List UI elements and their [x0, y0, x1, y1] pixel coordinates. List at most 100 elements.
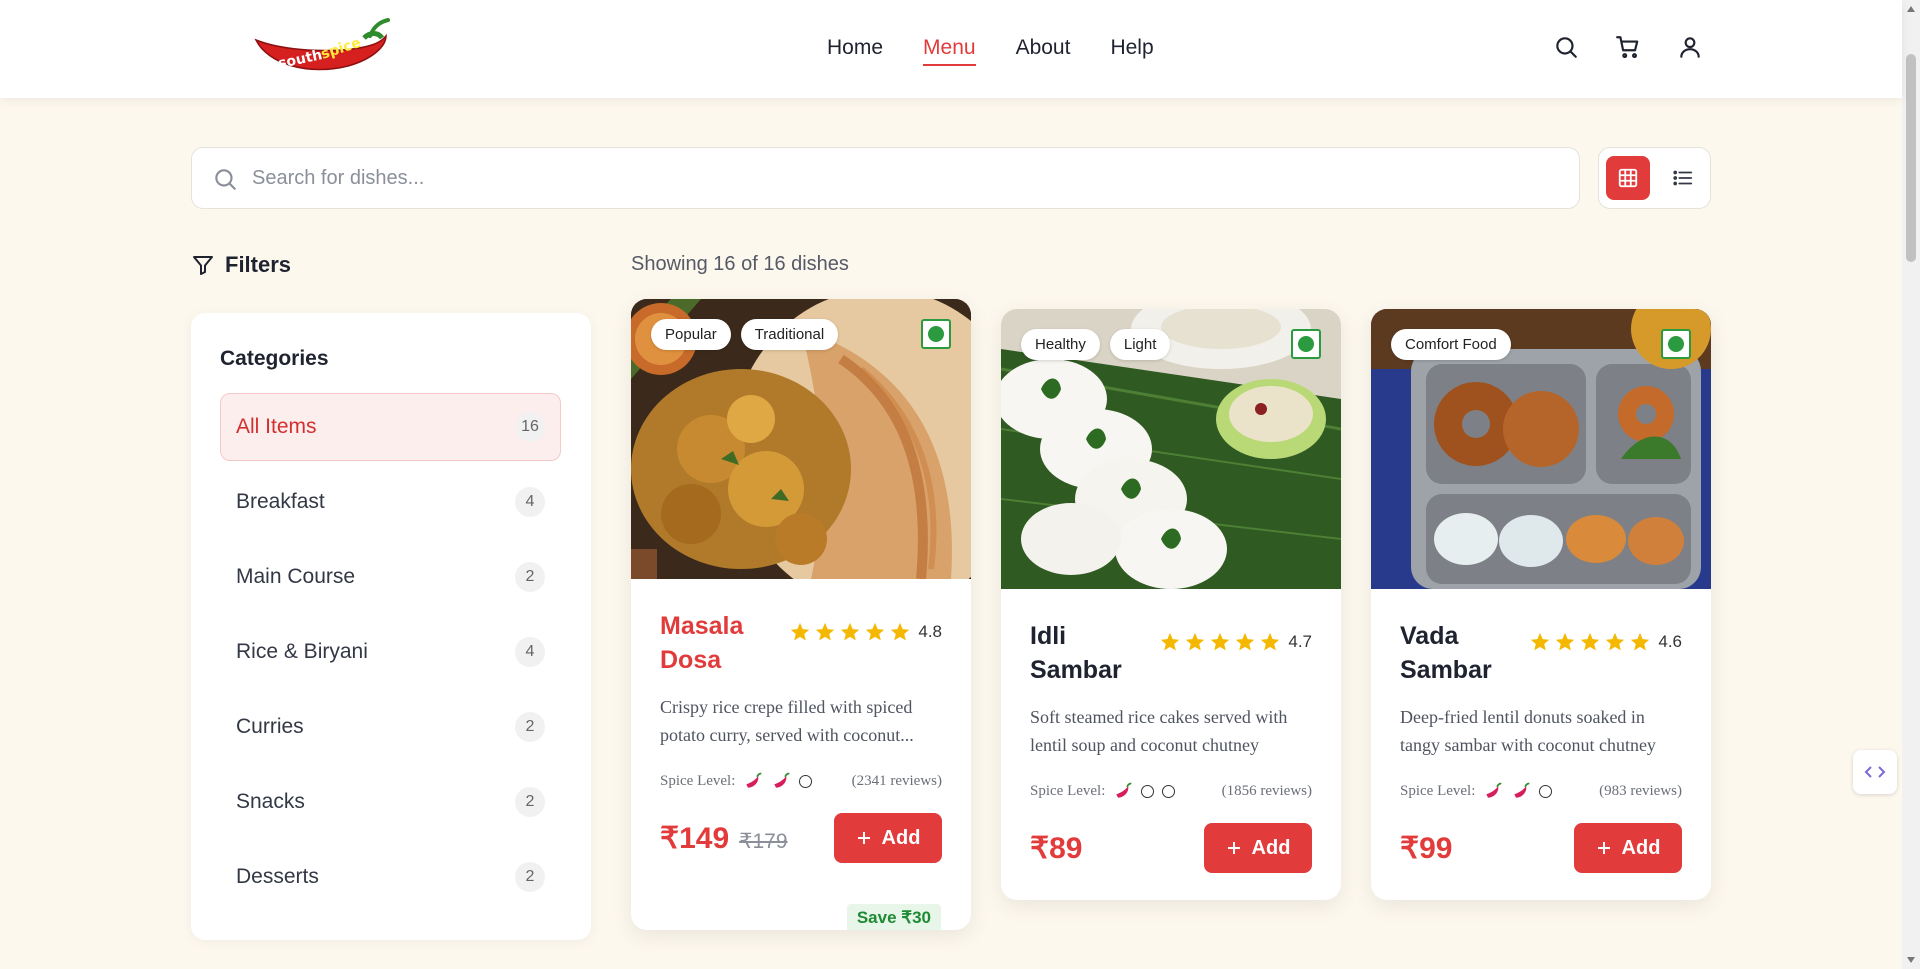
star-icon	[1631, 632, 1650, 651]
nav-about[interactable]: About	[1016, 36, 1071, 66]
categories-heading: Categories	[220, 347, 329, 370]
dish-tag: Traditional	[740, 319, 839, 350]
star-icon	[816, 622, 835, 641]
dish-tag: Comfort Food	[1391, 329, 1511, 360]
category-main-course[interactable]: Main Course 2	[220, 543, 561, 611]
dish-tags: Popular Traditional	[651, 319, 839, 350]
dish-image: Healthy Light	[1001, 309, 1341, 589]
dish-rating: 4.6	[1529, 631, 1682, 653]
spice-level: Spice Level:	[1030, 781, 1176, 801]
page-scrollbar[interactable]	[1902, 0, 1920, 969]
search-input[interactable]	[252, 158, 1552, 198]
rating-value: 4.7	[1288, 632, 1312, 651]
category-count: 4	[515, 637, 545, 667]
star-icon	[866, 622, 885, 641]
add-to-cart-button[interactable]: Add	[1574, 823, 1682, 873]
category-curries[interactable]: Curries 2	[220, 693, 561, 761]
dish-tag: Light	[1109, 329, 1171, 360]
filters-heading: Filters	[191, 252, 291, 278]
star-icon	[1556, 632, 1575, 651]
category-name: All Items	[236, 415, 317, 438]
veg-indicator-icon	[1291, 329, 1321, 359]
review-count: (2341 reviews)	[851, 772, 942, 789]
add-label: Add	[881, 826, 921, 849]
dish-price: ₹99	[1400, 831, 1453, 865]
scroll-up-arrow-icon[interactable]	[1907, 6, 1915, 12]
star-icon	[1606, 632, 1625, 651]
category-count: 2	[515, 712, 545, 742]
dish-rating: 4.7	[1159, 631, 1312, 653]
main-nav: Home Menu About Help	[827, 36, 1154, 66]
plus-icon	[1597, 842, 1610, 854]
veg-indicator-icon	[1661, 329, 1691, 359]
nav-menu[interactable]: Menu	[923, 36, 976, 66]
user-icon[interactable]	[1677, 34, 1703, 60]
star-icon	[841, 622, 860, 641]
dish-tags: Comfort Food	[1391, 329, 1511, 360]
dish-tags: Healthy Light	[1021, 329, 1171, 360]
spice-label: Spice Level:	[1030, 782, 1106, 799]
grid-view-button[interactable]	[1606, 156, 1650, 200]
brand-logo[interactable]: south spice	[248, 14, 393, 78]
add-to-cart-button[interactable]: Add	[834, 813, 942, 863]
review-count: (1856 reviews)	[1221, 782, 1312, 799]
category-count: 2	[515, 787, 545, 817]
empty-spice-icon	[1162, 784, 1176, 798]
list-view-button[interactable]	[1661, 156, 1705, 200]
nav-help[interactable]: Help	[1110, 36, 1153, 66]
empty-spice-icon	[799, 774, 813, 788]
category-name: Desserts	[236, 865, 319, 888]
dish-price: ₹89	[1030, 831, 1083, 865]
plus-icon	[857, 832, 870, 844]
search-icon[interactable]	[1553, 34, 1579, 60]
filters-sidebar: Categories All Items 16 Breakfast 4 Main…	[191, 313, 591, 940]
code-icon	[1864, 766, 1886, 778]
add-label: Add	[1621, 836, 1661, 859]
category-all-items[interactable]: All Items 16	[220, 393, 561, 461]
site-header: south spice Home Menu About Help	[0, 0, 1902, 98]
search-bar	[191, 147, 1580, 209]
star-icon	[1186, 632, 1205, 651]
star-icon	[1531, 632, 1550, 651]
category-name: Main Course	[236, 565, 356, 588]
category-breakfast[interactable]: Breakfast 4	[220, 468, 561, 536]
dish-name: Idli Sambar	[1030, 622, 1122, 684]
scroll-down-arrow-icon[interactable]	[1907, 957, 1915, 963]
star-icon	[1211, 632, 1230, 651]
spice-level: Spice Level:	[660, 771, 813, 791]
spice-label: Spice Level:	[1400, 782, 1476, 799]
star-icon	[1261, 632, 1280, 651]
veg-indicator-icon	[921, 319, 951, 349]
dish-tag: Healthy	[1021, 329, 1100, 360]
chili-pepper-icon	[1116, 782, 1132, 798]
star-icon	[1581, 632, 1600, 651]
filters-title: Filters	[225, 252, 292, 277]
dish-card-vada-sambar[interactable]: Comfort Food Vada Sambar 4.6 Deep-fried …	[1371, 309, 1711, 900]
cart-icon[interactable]	[1615, 34, 1641, 60]
category-list: All Items 16 Breakfast 4 Main Course 2 R…	[220, 393, 561, 918]
category-name: Curries	[236, 715, 304, 738]
dish-tag: Popular	[651, 319, 731, 350]
category-desserts[interactable]: Desserts 2	[220, 843, 561, 911]
savings-badge: Save ₹30	[846, 904, 941, 930]
dish-name: Vada Sambar	[1400, 622, 1492, 684]
category-rice-biryani[interactable]: Rice & Biryani 4	[220, 618, 561, 686]
dish-rating: 4.8	[789, 621, 942, 643]
search-icon	[215, 169, 236, 190]
dish-name: Masala Dosa	[660, 612, 744, 674]
grid-icon	[1618, 168, 1638, 188]
scroll-thumb[interactable]	[1906, 54, 1916, 262]
dish-old-price: ₹179	[739, 829, 788, 853]
star-icon	[1236, 632, 1255, 651]
dish-card-idli-sambar[interactable]: Healthy Light Idli Sambar 4.7 Soft steam…	[1001, 309, 1341, 900]
floating-helper-button[interactable]	[1853, 750, 1897, 794]
empty-spice-icon	[1141, 784, 1155, 798]
dish-card-masala-dosa[interactable]: Popular Traditional Masala Dosa 4.8 Cris…	[631, 299, 971, 930]
rating-value: 4.6	[1658, 632, 1682, 651]
nav-home[interactable]: Home	[827, 36, 883, 66]
star-icon	[791, 622, 810, 641]
category-snacks[interactable]: Snacks 2	[220, 768, 561, 836]
chili-pepper-icon	[746, 772, 762, 788]
add-to-cart-button[interactable]: Add	[1204, 823, 1312, 873]
dish-image: Comfort Food	[1371, 309, 1711, 589]
